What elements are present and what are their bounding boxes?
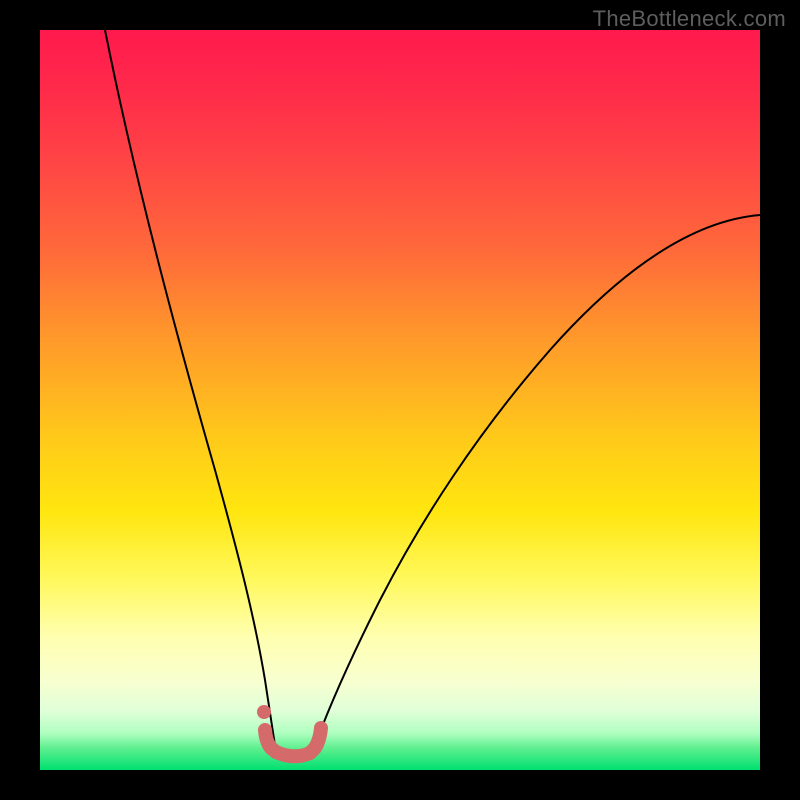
left-branch-path [105,30,276,752]
floor-dot-marker [257,705,271,719]
chart-frame: TheBottleneck.com [0,0,800,800]
watermark-text: TheBottleneck.com [593,6,786,32]
right-branch-path [313,215,760,752]
plot-area [40,30,760,770]
bottleneck-curve [40,30,760,770]
